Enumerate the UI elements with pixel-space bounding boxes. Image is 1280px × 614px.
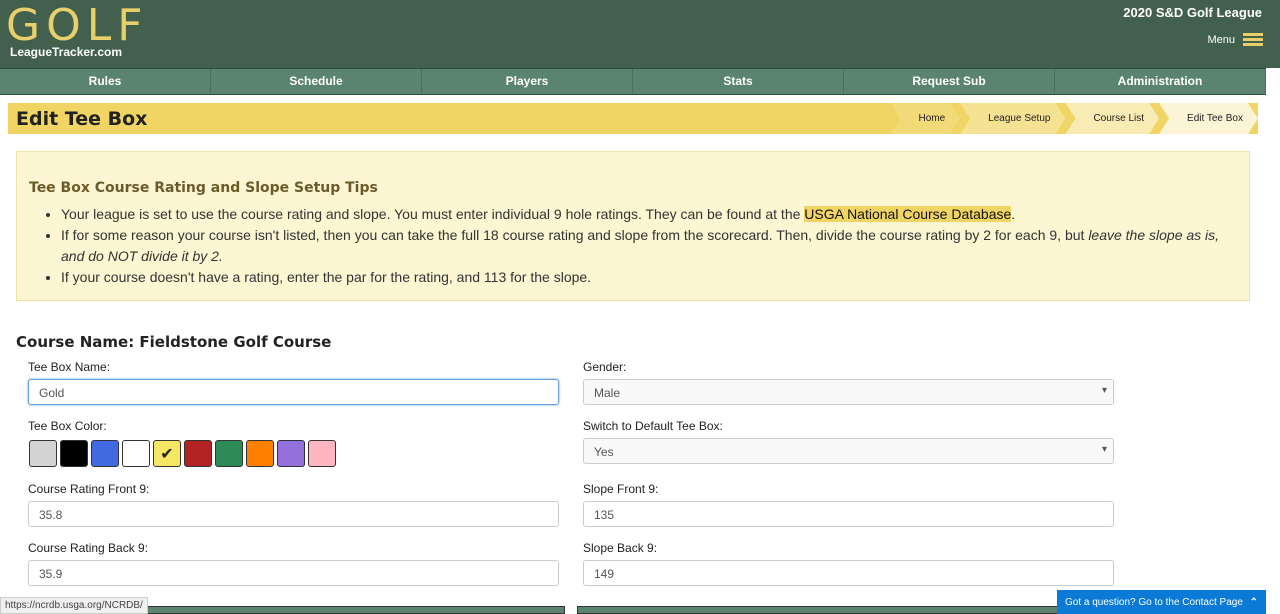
tip-text: If for some reason your course isn't lis… xyxy=(61,227,1089,243)
menu-button[interactable]: Menu xyxy=(1207,33,1263,46)
section-bar xyxy=(577,606,1126,614)
nav-stats[interactable]: Stats xyxy=(633,69,844,94)
checkmark-icon: ✔ xyxy=(160,445,174,463)
title-bar: Edit Tee Box Home League Setup Course Li… xyxy=(8,103,1258,134)
color-swatch[interactable] xyxy=(246,440,274,467)
contact-chat-button[interactable]: Got a question? Go to the Contact Page ⌃ xyxy=(1057,590,1266,614)
main-nav: Rules Schedule Players Stats Request Sub… xyxy=(0,68,1266,95)
color-swatches: ✔ xyxy=(29,440,336,467)
gender-select[interactable]: Male xyxy=(583,379,1114,405)
color-swatch[interactable] xyxy=(60,440,88,467)
tips-panel: Tee Box Course Rating and Slope Setup Ti… xyxy=(16,151,1250,301)
nav-request-sub[interactable]: Request Sub xyxy=(844,69,1055,94)
tee-box-color-label: Tee Box Color: xyxy=(28,419,107,433)
league-name: 2020 S&D Golf League xyxy=(1123,5,1262,20)
logo[interactable]: GOLF xyxy=(6,0,149,51)
breadcrumb-home[interactable]: Home xyxy=(890,103,960,134)
color-swatch[interactable] xyxy=(91,440,119,467)
status-url: https://ncrdb.usga.org/NCRDB/ xyxy=(0,597,148,614)
hamburger-icon xyxy=(1243,33,1263,46)
course-rating-back-label: Course Rating Back 9: xyxy=(28,541,149,555)
default-tee-box-label: Switch to Default Tee Box: xyxy=(583,419,723,433)
color-swatch[interactable] xyxy=(277,440,305,467)
tip-item: Your league is set to use the course rat… xyxy=(61,204,1237,225)
color-swatch[interactable]: ✔ xyxy=(153,440,181,467)
color-swatch[interactable] xyxy=(308,440,336,467)
course-rating-front-label: Course Rating Front 9: xyxy=(28,482,150,496)
nav-administration[interactable]: Administration xyxy=(1055,69,1266,94)
page-title: Edit Tee Box xyxy=(16,107,148,130)
menu-label: Menu xyxy=(1207,33,1235,46)
color-swatch[interactable] xyxy=(122,440,150,467)
course-rating-back-input[interactable]: 35.9 xyxy=(28,560,559,586)
tips-title: Tee Box Course Rating and Slope Setup Ti… xyxy=(29,180,378,196)
slope-back-input[interactable]: 149 xyxy=(583,560,1114,586)
default-tee-box-select[interactable]: Yes xyxy=(583,438,1114,464)
tip-text: . xyxy=(1011,206,1016,222)
breadcrumb-league-setup[interactable]: League Setup xyxy=(960,103,1065,134)
chevron-up-icon: ⌃ xyxy=(1249,596,1258,608)
course-rating-front-input[interactable]: 35.8 xyxy=(28,501,559,527)
slope-front-label: Slope Front 9: xyxy=(583,482,659,496)
nav-schedule[interactable]: Schedule xyxy=(211,69,422,94)
default-value: Yes xyxy=(594,445,614,459)
tip-item: If your course doesn't have a rating, en… xyxy=(61,267,1237,288)
tip-text: Your league is set to use the course rat… xyxy=(61,206,805,222)
tee-box-name-label: Tee Box Name: xyxy=(28,360,111,374)
breadcrumb-course-list[interactable]: Course List xyxy=(1065,103,1159,134)
color-swatch[interactable] xyxy=(184,440,212,467)
nav-rules[interactable]: Rules xyxy=(0,69,211,94)
color-swatch[interactable] xyxy=(29,440,57,467)
gender-value: Male xyxy=(594,386,621,400)
color-swatch[interactable] xyxy=(215,440,243,467)
nav-players[interactable]: Players xyxy=(422,69,633,94)
chat-label: Got a question? Go to the Contact Page xyxy=(1065,596,1243,608)
slope-back-label: Slope Back 9: xyxy=(583,541,658,555)
usga-database-link[interactable]: USGA National Course Database xyxy=(804,206,1012,222)
course-name: Course Name: Fieldstone Golf Course xyxy=(16,333,332,351)
slope-front-input[interactable]: 135 xyxy=(583,501,1114,527)
breadcrumb: Home League Setup Course List Edit Tee B… xyxy=(890,103,1258,134)
tee-box-name-input[interactable]: Gold xyxy=(28,379,559,405)
logo-subtitle[interactable]: LeagueTracker.com xyxy=(10,45,122,59)
gender-label: Gender: xyxy=(583,360,627,374)
breadcrumb-edit-tee-box: Edit Tee Box xyxy=(1159,103,1258,134)
tip-item: If for some reason your course isn't lis… xyxy=(61,225,1237,267)
header: GOLF LeagueTracker.com 2020 S&D Golf Lea… xyxy=(0,0,1280,68)
